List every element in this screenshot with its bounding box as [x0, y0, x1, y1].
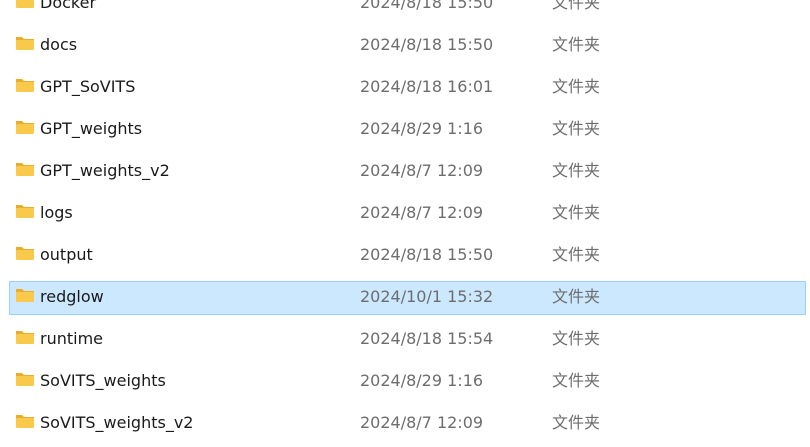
folder-icon — [16, 289, 34, 302]
file-row[interactable]: SoVITS_weights 2024/8/29 1:16 文件夹 — [0, 363, 810, 405]
folder-icon — [16, 205, 34, 218]
file-type: 文件夹 — [552, 0, 601, 12]
file-name: docs — [40, 35, 78, 54]
file-type: 文件夹 — [552, 35, 601, 54]
folder-icon — [16, 79, 34, 92]
file-type: 文件夹 — [552, 245, 601, 264]
folder-icon — [16, 373, 34, 386]
file-row[interactable]: GPT_SoVITS 2024/8/18 16:01 文件夹 — [0, 69, 810, 111]
file-row[interactable]: runtime 2024/8/18 15:54 文件夹 — [0, 321, 810, 363]
file-modified-date: 2024/8/29 1:16 — [360, 119, 484, 138]
file-row[interactable]: GPT_weights_v2 2024/8/7 12:09 文件夹 — [0, 153, 810, 195]
file-modified-date: 2024/8/18 16:01 — [360, 77, 494, 96]
file-type: 文件夹 — [552, 161, 601, 180]
file-name: SoVITS_weights_v2 — [40, 413, 194, 432]
file-modified-date: 2024/8/18 15:50 — [360, 35, 494, 54]
file-type: 文件夹 — [552, 77, 601, 96]
file-name: Docker — [40, 0, 97, 12]
folder-icon — [16, 331, 34, 344]
file-name: output — [40, 245, 93, 264]
file-type: 文件夹 — [552, 413, 601, 432]
file-name: SoVITS_weights — [40, 371, 166, 390]
file-type: 文件夹 — [552, 287, 601, 306]
file-modified-date: 2024/8/18 15:50 — [360, 0, 494, 12]
folder-icon — [16, 37, 34, 50]
file-modified-date: 2024/8/7 12:09 — [360, 203, 484, 222]
folder-icon — [16, 163, 34, 176]
file-type: 文件夹 — [552, 329, 601, 348]
file-modified-date: 2024/8/7 12:09 — [360, 161, 484, 180]
folder-icon — [16, 0, 34, 8]
folder-icon — [16, 121, 34, 134]
file-row[interactable]: output 2024/8/18 15:50 文件夹 — [0, 237, 810, 279]
file-modified-date: 2024/10/1 15:32 — [360, 287, 494, 306]
file-name: GPT_weights_v2 — [40, 161, 170, 180]
file-name: GPT_SoVITS — [40, 77, 136, 96]
file-row-selected[interactable]: redglow 2024/10/1 15:32 文件夹 — [0, 279, 810, 321]
file-modified-date: 2024/8/7 12:09 — [360, 413, 484, 432]
folder-icon — [16, 415, 34, 428]
file-modified-date: 2024/8/18 15:54 — [360, 329, 494, 348]
file-row[interactable]: GPT_weights 2024/8/29 1:16 文件夹 — [0, 111, 810, 153]
file-name: logs — [40, 203, 73, 222]
file-type: 文件夹 — [552, 371, 601, 390]
file-type: 文件夹 — [552, 203, 601, 222]
file-row[interactable]: docs 2024/8/18 15:50 文件夹 — [0, 27, 810, 69]
file-name: redglow — [40, 287, 104, 306]
file-type: 文件夹 — [552, 119, 601, 138]
file-modified-date: 2024/8/18 15:50 — [360, 245, 494, 264]
file-name: GPT_weights — [40, 119, 143, 138]
file-row[interactable]: Docker 2024/8/18 15:50 文件夹 — [0, 0, 810, 27]
file-name: runtime — [40, 329, 104, 348]
file-row[interactable]: SoVITS_weights_v2 2024/8/7 12:09 文件夹 — [0, 405, 810, 447]
file-row[interactable]: logs 2024/8/7 12:09 文件夹 — [0, 195, 810, 237]
file-modified-date: 2024/8/29 1:16 — [360, 371, 484, 390]
folder-icon — [16, 247, 34, 260]
file-list: Docker 2024/8/18 15:50 文件夹 docs 2024/8/1… — [0, 0, 810, 447]
